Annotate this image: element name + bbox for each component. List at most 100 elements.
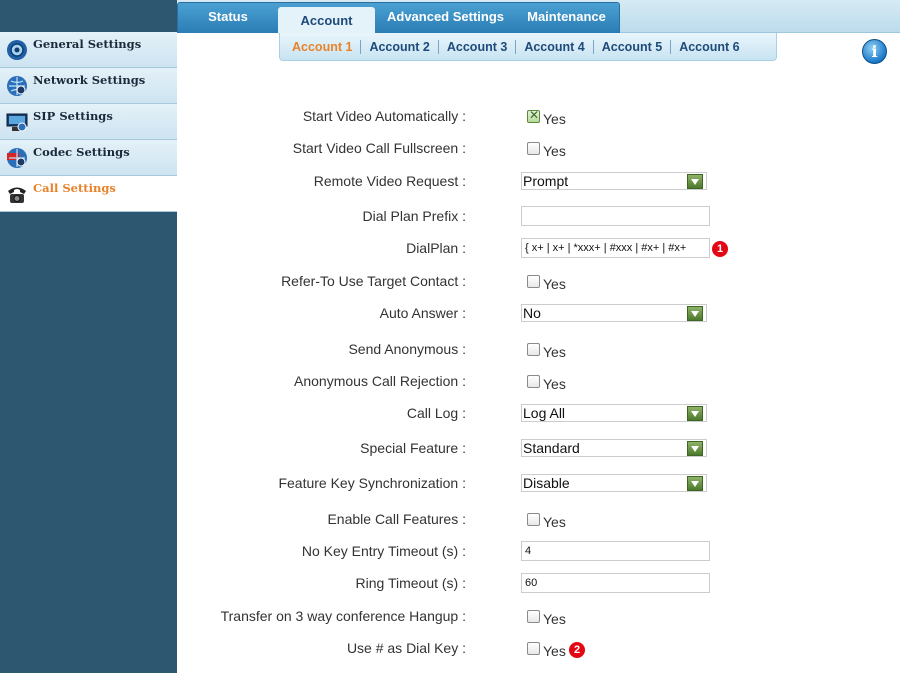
dropdown-arrow-icon[interactable] (687, 406, 703, 421)
field-label: Refer-To Use Target Contact : (281, 273, 466, 289)
sidebar-item-general-settings[interactable]: General Settings (0, 32, 177, 68)
row-ring-timeout: Ring Timeout (s) : 60 (177, 568, 900, 598)
field-label: Dial Plan Prefix : (362, 208, 466, 224)
select-value: Standard (523, 440, 580, 456)
tab-advanced-settings[interactable]: Advanced Settings (375, 3, 516, 33)
field-label: DialPlan : (406, 240, 466, 256)
sidebar-label: Codec Settings (33, 145, 130, 159)
transfer-hangup-checkbox[interactable] (527, 610, 540, 623)
top-nav: Status Account Advanced Settings Mainten… (177, 2, 620, 35)
tab-account-5[interactable]: Account 5 (594, 39, 672, 54)
checkbox-text: Yes (543, 143, 566, 159)
telephone-icon (6, 183, 28, 205)
badge-2: 2 (569, 642, 585, 658)
field-label: Start Video Call Fullscreen : (292, 140, 466, 156)
field-label: Transfer on 3 way conference Hangup : (220, 608, 466, 624)
row-enable-call-features: Enable Call Features : Yes (177, 504, 900, 534)
select-value: No (523, 305, 541, 321)
checkbox-text: Yes (543, 611, 566, 627)
row-transfer-hangup: Transfer on 3 way conference Hangup : Ye… (177, 601, 900, 631)
sidebar-item-sip-settings[interactable]: SIP Settings (0, 104, 177, 140)
tab-account[interactable]: Account (278, 7, 375, 35)
sidebar-item-codec-settings[interactable]: Codec Settings (0, 140, 177, 176)
dropdown-arrow-icon[interactable] (687, 441, 703, 456)
remote-video-request-select[interactable]: Prompt (521, 172, 707, 190)
refer-to-checkbox[interactable] (527, 275, 540, 288)
field-label: Special Feature : (360, 440, 466, 456)
dial-plan-prefix-input[interactable] (521, 206, 710, 226)
checkbox-text: Yes (543, 344, 566, 360)
field-label: Auto Answer : (379, 305, 466, 321)
checkbox-text: Yes (543, 514, 566, 530)
row-call-log: Call Log : Log All (177, 398, 900, 428)
sip-computer-icon (6, 111, 28, 133)
select-value: Log All (523, 405, 566, 421)
call-log-select[interactable]: Log All (521, 404, 707, 422)
sidebar-label: Call Settings (33, 181, 116, 195)
badge-1: 1 (712, 241, 728, 257)
field-label: Anonymous Call Rejection : (294, 373, 466, 389)
row-dial-plan-prefix: Dial Plan Prefix : (177, 201, 900, 231)
start-video-fullscreen-checkbox[interactable] (527, 142, 540, 155)
select-value: Disable (523, 475, 570, 491)
tab-account-1[interactable]: Account 1 (284, 39, 362, 54)
dialplan-input[interactable]: { x+ | x+ | *xxx+ | #xxx | #x+ | #x+ (521, 238, 710, 258)
row-start-video-automatically: Start Video Automatically : ✕ Yes (177, 101, 900, 131)
row-no-key-entry-timeout: No Key Entry Timeout (s) : 4 (177, 536, 900, 566)
codec-globe-icon (6, 147, 28, 169)
start-video-auto-checkbox[interactable]: ✕ (527, 108, 540, 123)
row-use-hash-dial-key: Use # as Dial Key : Yes 2 (177, 633, 900, 663)
special-feature-select[interactable]: Standard (521, 439, 707, 457)
no-key-entry-timeout-input[interactable]: 4 (521, 541, 710, 561)
row-remote-video-request: Remote Video Request : Prompt (177, 166, 900, 196)
page: Status Account Advanced Settings Mainten… (0, 0, 900, 673)
sidebar-label: Network Settings (33, 73, 146, 87)
field-label: Feature Key Synchronization : (278, 475, 466, 491)
enable-call-features-checkbox[interactable] (527, 513, 540, 526)
field-label: Remote Video Request : (313, 173, 466, 189)
dropdown-arrow-icon[interactable] (687, 476, 703, 491)
field-label: Send Anonymous : (348, 341, 466, 357)
use-hash-dial-key-checkbox[interactable] (527, 642, 540, 655)
auto-answer-select[interactable]: No (521, 304, 707, 322)
gear-globe-icon (6, 39, 28, 61)
checkbox-text: Yes (543, 643, 566, 659)
dropdown-arrow-icon[interactable] (687, 306, 703, 321)
checkbox-text: Yes (543, 376, 566, 392)
tab-account-4[interactable]: Account 4 (516, 39, 594, 54)
field-label: Start Video Automatically : (302, 108, 466, 124)
field-label: Enable Call Features : (327, 511, 466, 527)
field-label: No Key Entry Timeout (s) : (301, 543, 466, 559)
field-label: Use # as Dial Key : (346, 640, 466, 656)
dropdown-arrow-icon[interactable] (687, 174, 703, 189)
row-refer-to: Refer-To Use Target Contact : Yes (177, 266, 900, 296)
tab-account-2[interactable]: Account 2 (361, 39, 439, 54)
select-value: Prompt (523, 173, 569, 189)
account-tabs: Account 1 Account 2 Account 3 Account 4 … (279, 33, 777, 61)
row-start-video-fullscreen: Start Video Call Fullscreen : Yes (177, 133, 900, 163)
tab-maintenance[interactable]: Maintenance (516, 3, 617, 33)
sidebar-item-call-settings[interactable]: Call Settings (0, 176, 177, 212)
send-anonymous-checkbox[interactable] (527, 343, 540, 356)
row-send-anonymous: Send Anonymous : Yes (177, 334, 900, 364)
sidebar-item-network-settings[interactable]: Network Settings (0, 68, 177, 104)
sidebar-label: SIP Settings (33, 109, 113, 123)
sidebar-label: General Settings (33, 37, 142, 51)
network-globe-icon (6, 75, 28, 97)
tab-status[interactable]: Status (178, 3, 278, 33)
info-icon[interactable]: i (862, 39, 887, 64)
sidebar: General Settings Network Settings SIP Se… (0, 32, 177, 212)
check-mark-icon: ✕ (529, 108, 540, 122)
tab-account-3[interactable]: Account 3 (439, 39, 517, 54)
tab-account-6[interactable]: Account 6 (671, 40, 747, 54)
row-dialplan: DialPlan : { x+ | x+ | *xxx+ | #xxx | #x… (177, 233, 900, 263)
row-anonymous-call-rejection: Anonymous Call Rejection : Yes (177, 366, 900, 396)
feature-key-sync-select[interactable]: Disable (521, 474, 707, 492)
field-label: Call Log : (406, 405, 466, 421)
row-auto-answer: Auto Answer : No (177, 298, 900, 328)
row-special-feature: Special Feature : Standard (177, 433, 900, 463)
field-label: Ring Timeout (s) : (355, 575, 466, 591)
anonymous-call-rejection-checkbox[interactable] (527, 375, 540, 388)
ring-timeout-input[interactable]: 60 (521, 573, 710, 593)
checkbox-text: Yes (543, 111, 566, 127)
